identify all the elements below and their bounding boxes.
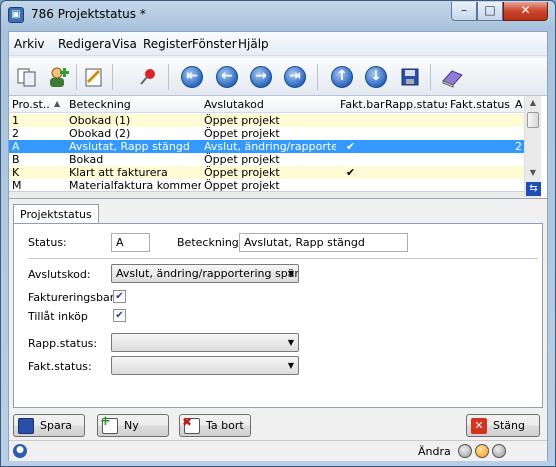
application-window: ▣ 786 Projektstatus * – □ ✕ Arkiv Redige… bbox=[0, 0, 556, 467]
status-light-gray-icon bbox=[458, 444, 472, 458]
status-light-orange-icon bbox=[475, 444, 489, 458]
table-row[interactable]: 2 Obokad (2) Öppet projekt bbox=[9, 127, 524, 140]
close-icon: ✕ bbox=[471, 417, 487, 434]
tillat-inkop-label: Tillåt inköp bbox=[28, 310, 88, 323]
next-record-button[interactable]: → bbox=[247, 63, 275, 91]
first-icon: ⇤ bbox=[181, 66, 203, 88]
new-button[interactable]: + Ny bbox=[97, 414, 169, 437]
chevron-down-icon: ▼ bbox=[287, 338, 294, 347]
horizontal-scrollbar[interactable] bbox=[9, 191, 524, 198]
arrow-down-icon: ↓ bbox=[365, 66, 387, 88]
arrow-left-icon: ← bbox=[216, 66, 238, 88]
arrow-up-icon: ↑ bbox=[331, 66, 353, 88]
avslutskod-label: Avslutskod: bbox=[28, 268, 91, 281]
fakt-status-select[interactable]: ▼ bbox=[111, 356, 299, 375]
table-row-selected[interactable]: A Avslutat, Rapp stängd Avslut, ändring/… bbox=[9, 140, 524, 153]
maximize-button[interactable]: □ bbox=[477, 2, 503, 21]
menu-visa[interactable]: Visa bbox=[112, 37, 137, 51]
column-header-faktstatus[interactable]: Fakt.status bbox=[450, 98, 510, 111]
move-down-button[interactable]: ↓ bbox=[362, 63, 390, 91]
column-header-faktbar[interactable]: Fakt.bar bbox=[340, 98, 386, 111]
status-input[interactable]: A bbox=[111, 233, 150, 252]
scrollbar-thumb[interactable] bbox=[527, 112, 539, 128]
add-user-icon[interactable] bbox=[45, 63, 73, 91]
projektstatus-form: Status: A Beteckning: Avslutat, Rapp stä… bbox=[13, 223, 543, 408]
table-row[interactable]: 1 Obokad (1) Öppet projekt bbox=[9, 114, 524, 127]
chevron-down-icon: ▼ bbox=[287, 361, 294, 370]
scroll-up-arrow-icon[interactable]: ▲ bbox=[525, 96, 541, 110]
close-button[interactable]: ✕ Stäng bbox=[466, 414, 540, 437]
table-row[interactable]: M Materialfaktura kommer Öppet projekt bbox=[9, 179, 524, 191]
client-area: Arkiv Redigera Visa Register Fönster Hjä… bbox=[8, 31, 548, 461]
pushpin-icon[interactable] bbox=[134, 63, 162, 91]
window-title: 786 Projektstatus * bbox=[31, 7, 146, 21]
delete-button-label: Ta bort bbox=[206, 419, 244, 432]
divider bbox=[28, 258, 538, 259]
app-icon: ▣ bbox=[8, 7, 24, 23]
close-window-button[interactable]: ✕ bbox=[503, 2, 548, 21]
edit-document-icon[interactable] bbox=[80, 63, 108, 91]
status-table[interactable]: Pro.st... ▲ Beteckning Avslutakod Fakt.b… bbox=[9, 96, 547, 199]
save-button-label: Spara bbox=[40, 419, 72, 432]
beteckning-label: Beteckning: bbox=[177, 236, 243, 249]
avslutskod-select[interactable]: Avslut, ändring/rapportering spärra ▼ bbox=[111, 264, 299, 283]
tillat-inkop-checkbox[interactable]: ✔ bbox=[113, 309, 126, 322]
menu-hjalp[interactable]: Hjälp bbox=[238, 37, 269, 51]
delete-button[interactable]: ✖ Ta bort bbox=[179, 414, 251, 437]
status-bar: ● Ändra bbox=[9, 440, 547, 461]
sort-ascending-icon: ▲ bbox=[54, 99, 61, 108]
save-button[interactable]: Spara bbox=[13, 414, 85, 437]
book-icon[interactable] bbox=[438, 63, 466, 91]
status-label: Status: bbox=[28, 236, 67, 249]
menu-register[interactable]: Register bbox=[143, 37, 192, 51]
last-icon: ⇥ bbox=[284, 66, 306, 88]
table-row[interactable]: B Bokad Öppet projekt bbox=[9, 153, 524, 166]
status-light-gray-icon bbox=[492, 444, 506, 458]
first-record-button[interactable]: ⇤ bbox=[178, 63, 206, 91]
column-header-prost[interactable]: Pro.st... bbox=[12, 98, 50, 111]
rapp-status-label: Rapp.status: bbox=[28, 337, 98, 350]
column-header-avslutakod[interactable]: Avslutakod bbox=[204, 98, 334, 111]
mode-text: Ändra bbox=[418, 445, 451, 458]
new-button-label: Ny bbox=[124, 419, 139, 432]
tab-projektstatus[interactable]: Projektstatus bbox=[13, 204, 99, 225]
toolbar: ⇤ ← → ⇥ ↑ ↓ bbox=[9, 58, 547, 96]
save-icon bbox=[18, 417, 34, 434]
menu-arkiv[interactable]: Arkiv bbox=[14, 37, 45, 51]
menu-fonster[interactable]: Fönster bbox=[192, 37, 237, 51]
previous-record-button[interactable]: ← bbox=[213, 63, 241, 91]
menu-redigera[interactable]: Redigera bbox=[58, 37, 111, 51]
scroll-down-arrow-icon[interactable]: ▼ bbox=[525, 166, 541, 180]
minimize-button[interactable]: – bbox=[451, 2, 477, 21]
table-row[interactable]: K Klart att fakturera Öppet projekt ✔ bbox=[9, 166, 524, 179]
beteckning-input[interactable]: Avslutat, Rapp stängd bbox=[239, 233, 408, 252]
close-button-label: Stäng bbox=[493, 419, 525, 432]
chevron-down-icon: ▼ bbox=[287, 269, 294, 278]
title-bar[interactable]: ▣ 786 Projektstatus * – □ ✕ bbox=[1, 1, 555, 29]
new-document-icon: + bbox=[100, 415, 118, 434]
menu-bar: Arkiv Redigera Visa Register Fönster Hjä… bbox=[9, 32, 547, 56]
table-header: Pro.st... ▲ Beteckning Avslutakod Fakt.b… bbox=[9, 96, 524, 113]
fakt-status-label: Fakt.status: bbox=[28, 360, 92, 373]
user-icon: ● bbox=[13, 444, 27, 458]
save-icon[interactable] bbox=[396, 63, 424, 91]
avslutskod-value: Avslut, ändring/rapportering spärra bbox=[116, 267, 299, 280]
move-up-button[interactable]: ↑ bbox=[328, 63, 356, 91]
last-record-button[interactable]: ⇥ bbox=[281, 63, 309, 91]
rapp-status-select[interactable]: ▼ bbox=[111, 333, 299, 352]
faktureringsbar-checkbox[interactable]: ✔ bbox=[113, 290, 126, 303]
column-chooser-icon[interactable]: ⇆ bbox=[526, 182, 541, 196]
arrow-right-icon: → bbox=[250, 66, 272, 88]
copy-icon[interactable] bbox=[13, 63, 41, 91]
column-header-beteckning[interactable]: Beteckning bbox=[69, 98, 199, 111]
faktureringsbar-label: Faktureringsbar bbox=[28, 291, 115, 304]
button-bar: Spara + Ny ✖ Ta bort ✕ Stäng bbox=[9, 412, 547, 440]
vertical-scrollbar[interactable]: ▲ ▼ ⇆ bbox=[524, 96, 541, 198]
delete-document-icon: ✖ bbox=[182, 416, 200, 434]
column-header-rappstatus[interactable]: Rapp.status bbox=[385, 98, 447, 111]
